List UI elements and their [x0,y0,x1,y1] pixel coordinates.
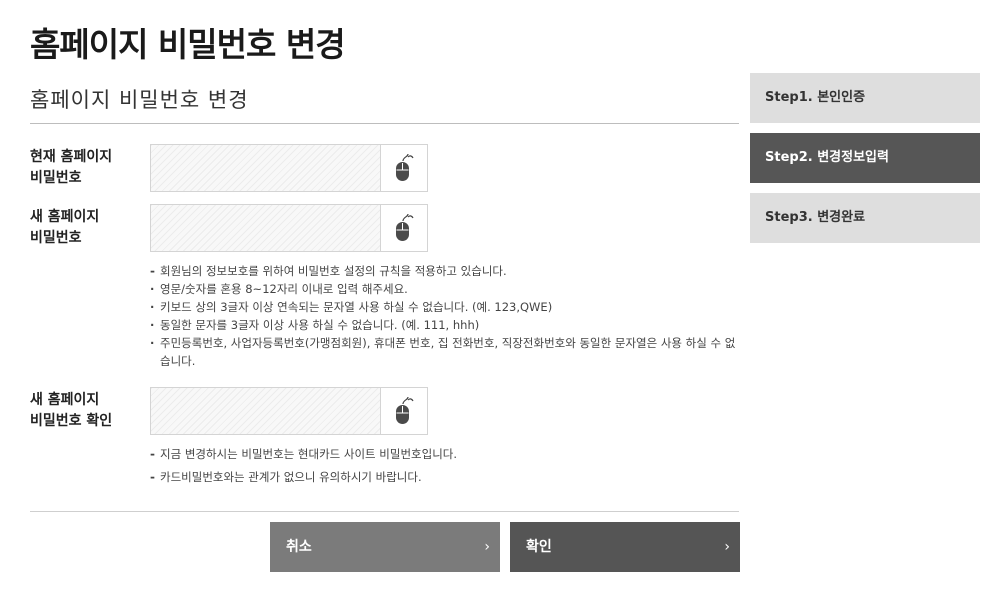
password-rules-intro-text: 회원님의 정보보호를 위하여 비밀번호 설정의 규칙을 적용하고 있습니다. [160,264,507,278]
dot-bullet: · [150,282,155,296]
confirm-password-label: 새 홈페이지 비밀번호 확인 [30,390,112,432]
password-rule: · 키보드 상의 3글자 이상 연속되는 문자열 사용 하실 수 없습니다. (… [150,298,740,316]
chevron-right-icon: › [484,539,490,555]
step-2-change-info: Step2. 변경정보입력 [750,133,980,183]
current-password-keypad-button[interactable] [380,145,427,191]
password-rules-intro: - 회원님의 정보보호를 위하여 비밀번호 설정의 규칙을 적용하고 있습니다. [150,262,740,280]
confirm-button-label: 확인 [526,539,552,555]
current-password-label: 현재 홈페이지 비밀번호 [30,147,112,189]
confirm-button[interactable]: 확인 › [510,522,740,572]
cancel-button-label: 취소 [286,539,312,555]
password-rule-text: 영문/숫자를 혼용 8~12자리 이내로 입력 해주세요. [160,282,408,296]
confirm-password-label-line1: 새 홈페이지 [30,392,100,408]
confirm-password-input[interactable] [151,388,380,434]
dot-bullet: · [150,300,155,314]
password-rules: - 회원님의 정보보호를 위하여 비밀번호 설정의 규칙을 적용하고 있습니다.… [150,262,740,370]
chevron-right-icon: › [724,539,730,555]
mouse-icon [396,153,414,181]
mouse-icon [396,213,414,241]
current-password-label-line2: 비밀번호 [30,170,82,186]
confirm-notes: - 지금 변경하시는 비밀번호는 현대카드 사이트 비밀번호입니다. - 카드비… [150,445,457,486]
cancel-button[interactable]: 취소 › [270,522,500,572]
password-rule: · 동일한 문자를 3글자 이상 사용 하실 수 없습니다. (예. 111, … [150,316,740,334]
confirm-note-text: 지금 변경하시는 비밀번호는 현대카드 사이트 비밀번호입니다. [160,447,458,461]
current-password-label-line1: 현재 홈페이지 [30,149,113,165]
confirm-note-text: 카드비밀번호와는 관계가 없으니 유의하시기 바랍니다. [160,470,422,484]
new-password-label: 새 홈페이지 비밀번호 [30,207,99,249]
confirm-note: - 카드비밀번호와는 관계가 없으니 유의하시기 바랍니다. [150,468,457,486]
confirm-note: - 지금 변경하시는 비밀번호는 현대카드 사이트 비밀번호입니다. [150,445,457,468]
section-title: 홈페이지 비밀번호 변경 [30,88,249,112]
dash-bullet: - [150,447,155,461]
confirm-password-label-line2: 비밀번호 확인 [30,413,113,429]
dot-bullet: · [150,318,155,332]
step-3-complete: Step3. 변경완료 [750,193,980,243]
password-rule-text: 주민등록번호, 사업자등록번호(가맹점회원), 휴대폰 번호, 집 전화번호, … [160,336,736,368]
confirm-password-keypad-button[interactable] [380,388,427,434]
dash-bullet: - [150,470,155,484]
dash-bullet: - [150,264,155,278]
new-password-label-line1: 새 홈페이지 [30,209,100,225]
mouse-icon [396,396,414,424]
section-divider [30,123,739,124]
dot-bullet: · [150,336,155,350]
footer-divider [30,511,739,512]
current-password-field [150,144,428,192]
new-password-input[interactable] [151,205,380,251]
confirm-password-field [150,387,428,435]
current-password-input[interactable] [151,145,380,191]
password-rule: · 주민등록번호, 사업자등록번호(가맹점회원), 휴대폰 번호, 집 전화번호… [150,334,740,370]
password-rule-text: 키보드 상의 3글자 이상 연속되는 문자열 사용 하실 수 없습니다. (예.… [160,300,553,314]
new-password-label-line2: 비밀번호 [30,230,82,246]
new-password-field [150,204,428,252]
step-1-verification: Step1. 본인인증 [750,73,980,123]
page-title: 홈페이지 비밀번호 변경 [30,25,346,64]
password-rule-text: 동일한 문자를 3글자 이상 사용 하실 수 없습니다. (예. 111, hh… [160,318,480,332]
new-password-keypad-button[interactable] [380,205,427,251]
password-rule: · 영문/숫자를 혼용 8~12자리 이내로 입력 해주세요. [150,280,740,298]
